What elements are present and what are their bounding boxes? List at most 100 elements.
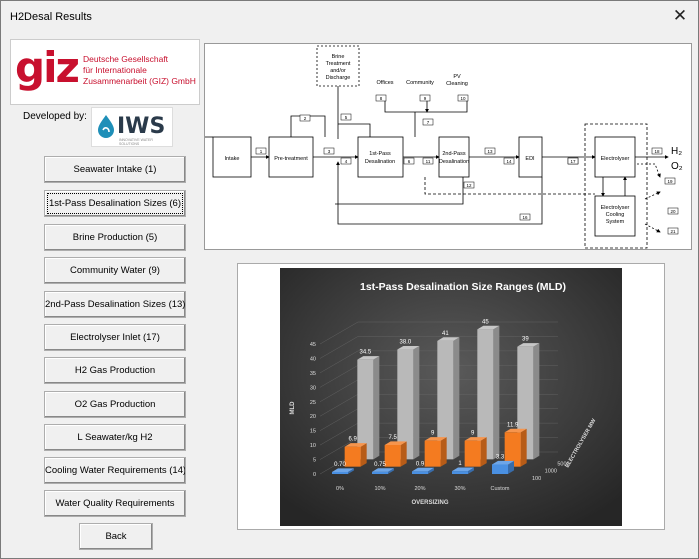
data-label: 0.9 [416, 461, 425, 467]
bar [384, 445, 401, 467]
offices-label: Offices [376, 80, 393, 86]
pretreatment-box: Pre-treatment [274, 156, 308, 162]
bar [424, 440, 441, 467]
x-tick-label: Custom [491, 486, 510, 492]
depth-tick-label: 1000 [545, 469, 557, 475]
electrolyser-inlet-button[interactable]: Electrolyser Inlet (17) [44, 324, 186, 351]
stream-tag: 11 [426, 159, 431, 164]
y-tick-label: 10 [310, 443, 316, 449]
back-button[interactable]: Back [79, 523, 153, 550]
y-tick-label: 0 [313, 472, 316, 478]
data-label: 0.70 [334, 462, 346, 468]
giz-line-2: für Internationale [83, 65, 147, 75]
brine-box-line-1: Brine [332, 54, 345, 60]
giz-mark: giz [15, 43, 80, 92]
bar-side [360, 443, 367, 467]
y-tick-label: 30 [310, 385, 316, 391]
stream-tag: 19 [667, 179, 673, 184]
bar-side [480, 437, 487, 467]
bar-side [493, 325, 500, 460]
cooling-box-line-3: System [606, 219, 625, 225]
h2-gas-production-button[interactable]: H2 Gas Production [44, 357, 186, 384]
y-tick-label: 15 [310, 429, 316, 435]
data-label: 0.75 [374, 462, 386, 468]
pass1-box-line-1: 1st-Pass [369, 151, 391, 157]
bar-side [520, 428, 527, 467]
pass2-box-line-2: Desalination [439, 159, 469, 165]
y-tick-label: 20 [310, 414, 316, 420]
iws-mark: IWS [117, 114, 166, 139]
seawater-intake-button[interactable]: Seawater Intake (1) [44, 156, 186, 183]
second-pass-desal-sizes-button[interactable]: 2nd-Pass Desalination Sizes (13) [44, 291, 186, 318]
data-label: 3.3 [496, 454, 505, 460]
y-tick-label: 40 [310, 356, 316, 362]
bar [332, 471, 348, 474]
x-tick-label: 10% [374, 486, 385, 492]
bar-side [413, 345, 420, 460]
community-water-button[interactable]: Community Water (9) [44, 257, 186, 284]
bar-side [400, 441, 407, 467]
o2-gas-production-button[interactable]: O2 Gas Production [44, 391, 186, 418]
cooling-box-line-1: Electrolyser [601, 205, 630, 211]
h2-output-label: H₂ [671, 146, 682, 157]
stream-tag: 18 [654, 149, 660, 154]
first-pass-desal-sizes-button[interactable]: 1st-Pass Desalination Sizes (6) [44, 190, 186, 217]
pass2-box-line-1: 2nd-Pass [442, 151, 465, 157]
y-tick-label: 35 [310, 371, 316, 377]
data-label: 39 [522, 337, 529, 343]
stream-tag: 14 [506, 159, 512, 164]
pass1-box-line-2: Desalination [365, 159, 395, 165]
y-tick-label: 5 [313, 458, 316, 464]
chart-panel: 1st-Pass Desalination Size Ranges (MLD) 0… [237, 263, 665, 530]
y-tick-label: 45 [310, 342, 316, 348]
data-label: 38.0 [399, 340, 411, 346]
brine-production-button[interactable]: Brine Production (5) [44, 224, 186, 251]
data-label: 11.9 [507, 422, 519, 428]
developed-by-label: Developed by: [23, 111, 87, 122]
bar [344, 446, 361, 467]
x-tick-label: 0% [336, 486, 344, 492]
cooling-water-requirements-button[interactable]: Cooling Water Requirements (14) [44, 457, 186, 484]
bar-side [440, 437, 447, 467]
stream-tag: 16 [522, 215, 528, 220]
community-label: Community [406, 80, 434, 86]
stream-tag: 10 [460, 96, 466, 101]
bar [372, 471, 388, 474]
data-label: 6.9 [348, 437, 357, 443]
x-tick-label: 30% [454, 486, 465, 492]
data-label: 34.5 [359, 350, 371, 356]
y-axis-label: MLD [290, 401, 296, 415]
bar-side [533, 343, 540, 460]
giz-line-1: Deutsche Gesellschaft [83, 54, 169, 64]
data-label: 7.5 [388, 435, 397, 441]
bar [464, 440, 481, 467]
desal-size-chart: 1st-Pass Desalination Size Ranges (MLD) 0… [280, 268, 622, 526]
y-tick-label: 25 [310, 400, 316, 406]
stream-tag: 13 [487, 149, 493, 154]
water-drop-icon [98, 115, 114, 138]
data-label: 45 [482, 319, 489, 325]
results-window: H2Desal Results ✕ giz Deutsche Gesellsch… [0, 0, 699, 559]
bar [412, 471, 428, 474]
iws-logo: IWS INNOVATIVE WATER SOLUTIONS [91, 107, 173, 147]
pv-label-line-1: PV [453, 74, 461, 80]
giz-logo: giz Deutsche Gesellschaft für Internatio… [10, 39, 200, 105]
brine-box-line-4: Discharge [326, 75, 351, 81]
stream-tag: 17 [570, 159, 576, 164]
intake-box: Intake [225, 156, 240, 162]
close-icon[interactable]: ✕ [670, 6, 690, 26]
bar-side [453, 337, 460, 460]
data-label: 41 [442, 331, 449, 337]
process-diagram: Intake Pre-treatment Brine Treatment and… [204, 43, 692, 250]
cooling-box-line-2: Cooling [606, 212, 625, 218]
water-quality-requirements-button[interactable]: Water Quality Requirements [44, 490, 186, 517]
x-axis-label: OVERSIZING [411, 500, 448, 506]
stream-tag: 20 [670, 209, 676, 214]
x-tick-label: 20% [414, 486, 425, 492]
giz-name: Deutsche Gesellschaft für Internationale… [83, 54, 196, 87]
window-title: H2Desal Results [10, 11, 92, 23]
brine-box-line-2: Treatment [326, 61, 351, 67]
giz-line-3: Zusammenarbeit (GIZ) GmbH [83, 76, 196, 86]
seawater-per-kg-h2-button[interactable]: L Seawater/kg H2 [44, 424, 186, 451]
iws-subtitle: INNOVATIVE WATER SOLUTIONS [119, 138, 153, 146]
